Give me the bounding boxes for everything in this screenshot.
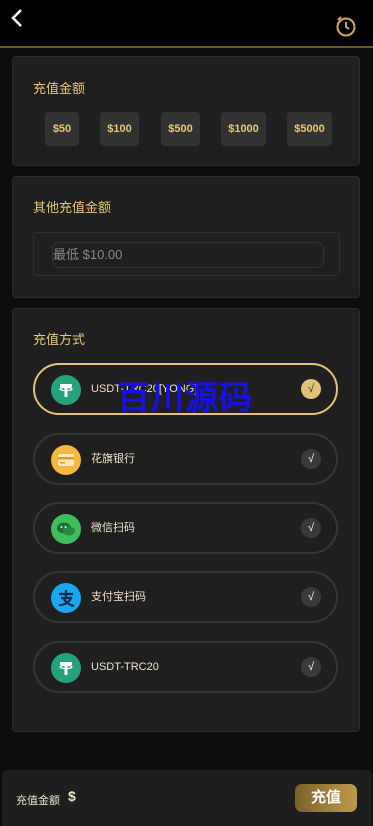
check-icon: √ — [301, 518, 321, 538]
footer-bar: 充值金额 $ 充值 — [2, 770, 372, 826]
amount-card: 充值金额 $50 $100 $500 $1000 $5000 — [12, 56, 360, 166]
custom-amount-wrapper: 最低 $10.00 — [33, 232, 340, 276]
wechat-icon — [51, 514, 81, 544]
custom-amount-input[interactable]: 最低 $10.00 — [52, 242, 324, 268]
payment-method-title: 充值方式 — [33, 332, 86, 347]
method-label: 微信扫码 — [91, 522, 135, 534]
custom-amount-title: 其他充值金额 — [33, 200, 112, 215]
method-usdt-trc20[interactable]: USDT-TRC20 √ — [33, 641, 338, 693]
amount-option-50[interactable]: $50 — [45, 112, 79, 146]
watermark-text: 百川源码 — [117, 379, 253, 416]
payment-method-card: 充值方式 USDT-TRC20[YONG] √ 花旗银行 √ 微信扫码 √ 支付… — [12, 308, 360, 732]
method-citibank[interactable]: 花旗银行 √ — [33, 433, 338, 485]
tether-icon — [51, 375, 81, 405]
check-icon: √ — [301, 657, 321, 677]
method-label: 花旗银行 — [91, 453, 135, 465]
top-bar — [0, 0, 373, 48]
amount-option-5000[interactable]: $5000 — [287, 112, 332, 146]
footer-amount-label: 充值金额 — [16, 795, 60, 807]
amount-option-1000[interactable]: $1000 — [221, 112, 266, 146]
amount-option-500[interactable]: $500 — [161, 112, 200, 146]
footer-currency-symbol: $ — [68, 788, 76, 804]
tether-icon — [51, 653, 81, 683]
check-icon: √ — [301, 449, 321, 469]
method-label: 支付宝扫码 — [91, 591, 146, 603]
alipay-icon — [51, 583, 81, 613]
custom-amount-placeholder: 最低 $10.00 — [53, 247, 123, 262]
back-icon[interactable] — [10, 8, 30, 30]
method-label: USDT-TRC20 — [91, 661, 159, 673]
bank-card-icon — [51, 445, 81, 475]
amount-title: 充值金额 — [33, 81, 86, 96]
check-icon: √ — [301, 587, 321, 607]
amount-option-100[interactable]: $100 — [100, 112, 139, 146]
method-alipay-scan[interactable]: 支付宝扫码 √ — [33, 571, 338, 623]
method-wechat-scan[interactable]: 微信扫码 √ — [33, 502, 338, 554]
recharge-button[interactable]: 充值 — [295, 784, 357, 812]
history-icon[interactable] — [335, 15, 357, 37]
custom-amount-card: 其他充值金额 最低 $10.00 — [12, 176, 360, 298]
check-icon: √ — [301, 379, 321, 399]
